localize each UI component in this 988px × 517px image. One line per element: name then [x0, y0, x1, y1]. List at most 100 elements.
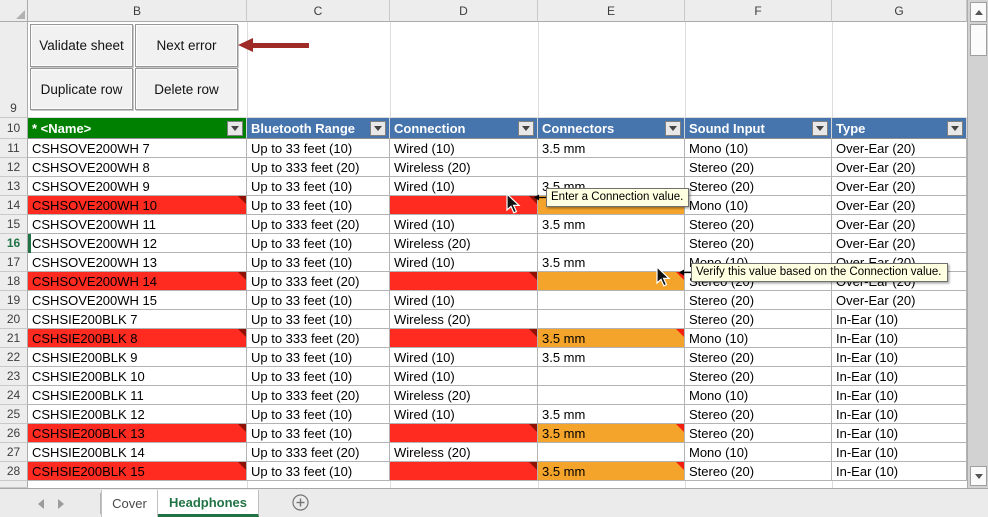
row-header-18[interactable]: 18	[0, 272, 28, 291]
cell-sound-row-15[interactable]: Stereo (20)	[685, 215, 832, 234]
row-header-15[interactable]: 15	[0, 215, 28, 234]
cell-conn-row-27[interactable]: Wireless (20)	[390, 443, 538, 462]
cell-sound-row-14[interactable]: Mono (10)	[685, 196, 832, 215]
column-header-B[interactable]: B	[28, 0, 247, 22]
row-header-13[interactable]: 13	[0, 177, 28, 196]
cell-bt-row-19[interactable]: Up to 33 feet (10)	[247, 291, 390, 310]
cell-bt-row-21[interactable]: Up to 333 feet (20)	[247, 329, 390, 348]
cell-name-row-27[interactable]: CSHSIE200BLK 14	[28, 443, 247, 462]
cell-name-row-24[interactable]: CSHSIE200BLK 11	[28, 386, 247, 405]
header-name[interactable]: * <Name>	[28, 118, 247, 139]
cell-connec-row-28[interactable]: 3.5 mm	[538, 462, 685, 481]
row-header-28[interactable]: 28	[0, 462, 28, 481]
filter-button-bluetooth-range[interactable]	[370, 120, 386, 136]
row-header-25[interactable]: 25	[0, 405, 28, 424]
header-connectors[interactable]: Connectors	[538, 118, 685, 139]
cell-type-row-16[interactable]: Over-Ear (20)	[832, 234, 967, 253]
filter-button-name[interactable]	[227, 120, 243, 136]
cell-connec-row-23[interactable]	[538, 367, 685, 386]
cell-name-row-26[interactable]: CSHSIE200BLK 13	[28, 424, 247, 443]
scrollbar-thumb[interactable]	[970, 24, 987, 56]
column-header-C[interactable]: C	[247, 0, 390, 22]
cell-name-row-11[interactable]: CSHSOVE200WH 7	[28, 139, 247, 158]
cell-connec-row-25[interactable]: 3.5 mm	[538, 405, 685, 424]
row-header-19[interactable]: 19	[0, 291, 28, 310]
cell-conn-row-24[interactable]: Wireless (20)	[390, 386, 538, 405]
cell-sound-row-24[interactable]: Mono (10)	[685, 386, 832, 405]
cell-conn-row-22[interactable]: Wired (10)	[390, 348, 538, 367]
row-header-10[interactable]: 10	[0, 118, 28, 139]
cell-sound-row-19[interactable]: Stereo (20)	[685, 291, 832, 310]
cell-bt-row-11[interactable]: Up to 33 feet (10)	[247, 139, 390, 158]
cell-name-row-21[interactable]: CSHSIE200BLK 8	[28, 329, 247, 348]
cell-bt-row-18[interactable]: Up to 333 feet (20)	[247, 272, 390, 291]
cell-bt-row-23[interactable]: Up to 33 feet (10)	[247, 367, 390, 386]
cell-sound-row-20[interactable]: Stereo (20)	[685, 310, 832, 329]
filter-button-connectors[interactable]	[665, 120, 681, 136]
row-header-23[interactable]: 23	[0, 367, 28, 386]
cell-name-row-14[interactable]: CSHSOVE200WH 10	[28, 196, 247, 215]
cell-conn-row-17[interactable]: Wired (10)	[390, 253, 538, 272]
column-header-D[interactable]: D	[390, 0, 538, 22]
cell-name-row-17[interactable]: CSHSOVE200WH 13	[28, 253, 247, 272]
cell-name-row-28[interactable]: CSHSIE200BLK 15	[28, 462, 247, 481]
row-header-11[interactable]: 11	[0, 139, 28, 158]
cell-name-row-20[interactable]: CSHSIE200BLK 7	[28, 310, 247, 329]
cell-bt-row-27[interactable]: Up to 333 feet (20)	[247, 443, 390, 462]
cell-bt-row-22[interactable]: Up to 33 feet (10)	[247, 348, 390, 367]
row-header-24[interactable]: 24	[0, 386, 28, 405]
row-header-27[interactable]: 27	[0, 443, 28, 462]
scroll-down-button[interactable]	[970, 466, 987, 486]
cell-type-row-28[interactable]: In-Ear (10)	[832, 462, 967, 481]
cell-type-row-27[interactable]: In-Ear (10)	[832, 443, 967, 462]
cell-sound-row-22[interactable]: Stereo (20)	[685, 348, 832, 367]
cell-bt-row-13[interactable]: Up to 33 feet (10)	[247, 177, 390, 196]
row-header-20[interactable]: 20	[0, 310, 28, 329]
cell-type-row-15[interactable]: Over-Ear (20)	[832, 215, 967, 234]
add-sheet-button[interactable]	[292, 494, 309, 511]
cell-conn-row-23[interactable]: Wired (10)	[390, 367, 538, 386]
cell-name-row-19[interactable]: CSHSOVE200WH 15	[28, 291, 247, 310]
cell-type-row-25[interactable]: In-Ear (10)	[832, 405, 967, 424]
cell-type-row-20[interactable]: In-Ear (10)	[832, 310, 967, 329]
header-type[interactable]: Type	[832, 118, 967, 139]
cell-name-row-25[interactable]: CSHSIE200BLK 12	[28, 405, 247, 424]
header-bluetooth-range[interactable]: Bluetooth Range	[247, 118, 390, 139]
cell-name-row-18[interactable]: CSHSOVE200WH 14	[28, 272, 247, 291]
cell-conn-row-20[interactable]: Wireless (20)	[390, 310, 538, 329]
cell-conn-row-16[interactable]: Wireless (20)	[390, 234, 538, 253]
cell-sound-row-16[interactable]: Stereo (20)	[685, 234, 832, 253]
sheet-nav-right-icon[interactable]	[58, 499, 64, 509]
cell-conn-row-18[interactable]	[390, 272, 538, 291]
row-header-12[interactable]: 12	[0, 158, 28, 177]
cell-sound-row-21[interactable]: Mono (10)	[685, 329, 832, 348]
sheet-tab-headphones[interactable]: Headphones	[158, 490, 259, 517]
sheet-tab-cover[interactable]: Cover	[101, 490, 158, 517]
cell-bt-row-24[interactable]: Up to 333 feet (20)	[247, 386, 390, 405]
select-all-button[interactable]	[0, 0, 28, 22]
filter-button-sound-input[interactable]	[812, 120, 828, 136]
cell-name-row-12[interactable]: CSHSOVE200WH 8	[28, 158, 247, 177]
row-header-21[interactable]: 21	[0, 329, 28, 348]
sheet-nav-left-icon[interactable]	[38, 499, 44, 509]
cell-sound-row-28[interactable]: Stereo (20)	[685, 462, 832, 481]
cell-conn-row-21[interactable]	[390, 329, 538, 348]
cell-connec-row-19[interactable]	[538, 291, 685, 310]
cell-name-row-15[interactable]: CSHSOVE200WH 11	[28, 215, 247, 234]
next-error-button[interactable]: Next error	[135, 24, 238, 67]
header-connection[interactable]: Connection	[390, 118, 538, 139]
cell-sound-row-25[interactable]: Stereo (20)	[685, 405, 832, 424]
cell-conn-row-12[interactable]: Wireless (20)	[390, 158, 538, 177]
cell-type-row-22[interactable]: In-Ear (10)	[832, 348, 967, 367]
cell-connec-row-27[interactable]	[538, 443, 685, 462]
cell-type-row-24[interactable]: In-Ear (10)	[832, 386, 967, 405]
validate-sheet-button[interactable]: Validate sheet	[30, 24, 133, 67]
column-header-E[interactable]: E	[538, 0, 685, 22]
header-sound-input[interactable]: Sound Input	[685, 118, 832, 139]
cell-conn-row-25[interactable]: Wired (10)	[390, 405, 538, 424]
cell-sound-row-13[interactable]: Stereo (20)	[685, 177, 832, 196]
cell-type-row-14[interactable]: Over-Ear (20)	[832, 196, 967, 215]
column-header-G[interactable]: G	[832, 0, 967, 22]
cell-name-row-16[interactable]: CSHSOVE200WH 12	[28, 234, 247, 253]
cell-name-row-13[interactable]: CSHSOVE200WH 9	[28, 177, 247, 196]
